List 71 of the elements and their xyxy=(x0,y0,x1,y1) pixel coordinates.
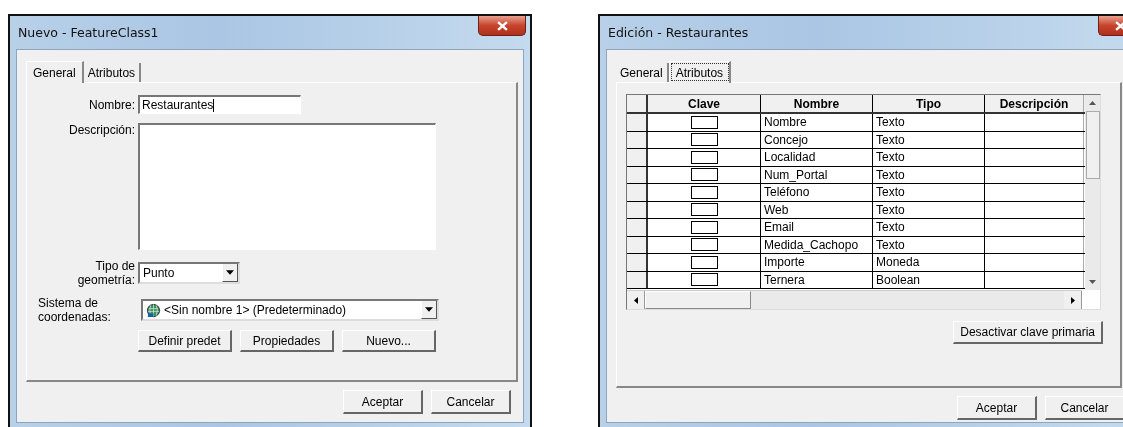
key-checkbox[interactable] xyxy=(690,220,718,234)
column-header: Descripción xyxy=(985,95,1084,112)
key-checkbox[interactable] xyxy=(690,185,718,199)
table-cell: Texto xyxy=(873,184,985,201)
row-header[interactable] xyxy=(627,114,648,131)
table-cell: Texto xyxy=(873,201,985,218)
tab[interactable]: General xyxy=(26,61,84,83)
table-cell: Boolean xyxy=(873,271,985,288)
table-cell: Texto xyxy=(873,166,985,183)
row-header[interactable] xyxy=(627,184,648,201)
scroll-left-icon xyxy=(633,296,638,304)
dropdown-arrow-icon xyxy=(425,307,433,312)
row-header[interactable] xyxy=(627,149,648,166)
row-header[interactable] xyxy=(627,219,648,236)
key-checkbox[interactable] xyxy=(690,255,718,269)
dialog-button[interactable]: Aceptar xyxy=(343,390,423,414)
dialog-button[interactable]: Cancelar xyxy=(431,390,511,414)
table-cell: Texto xyxy=(873,114,985,131)
column-header: Tipo xyxy=(873,95,985,112)
horizontal-scrollbar[interactable] xyxy=(627,290,1082,309)
table-cell: Email xyxy=(761,219,873,236)
column-header: Nombre xyxy=(761,95,873,112)
table-cell: Localidad xyxy=(761,149,873,166)
tab[interactable]: Atributos xyxy=(668,61,732,83)
dialog-button[interactable]: Propiedades xyxy=(240,330,334,352)
close-icon xyxy=(1115,20,1123,31)
field-label: Tipo de geometría: xyxy=(76,259,136,287)
key-checkbox[interactable] xyxy=(690,115,718,129)
table-cell: Ternera xyxy=(761,271,873,288)
globe-icon xyxy=(146,302,161,318)
table-cell: Num_Portal xyxy=(761,166,873,183)
row-header[interactable] xyxy=(627,254,648,271)
key-checkbox[interactable] xyxy=(690,150,718,164)
table-cell: Texto xyxy=(873,236,985,253)
table-cell: Teléfono xyxy=(761,184,873,201)
table-cell: Texto xyxy=(873,219,985,236)
close-button[interactable] xyxy=(478,16,526,36)
dialog-button[interactable]: Definir predet xyxy=(138,330,232,352)
dialog-button[interactable]: Nuevo... xyxy=(342,330,436,352)
name-field[interactable]: Restaurantes xyxy=(138,95,301,114)
window-title: Nuevo - FeatureClass1 xyxy=(18,25,159,40)
table-cell: Concejo xyxy=(761,131,873,148)
scroll-up-icon xyxy=(1089,101,1096,105)
close-icon xyxy=(496,20,508,31)
table-cell: Texto xyxy=(873,131,985,148)
key-checkbox[interactable] xyxy=(690,238,718,252)
table-cell: Importe xyxy=(761,254,873,271)
field-label: Descripción: xyxy=(67,123,136,137)
dropdown-arrow-icon xyxy=(226,270,234,275)
description-field[interactable] xyxy=(138,123,436,250)
table-cell: Nombre xyxy=(761,114,873,131)
table-cell: Medida_Cachopo xyxy=(761,236,873,253)
table-cell: Web xyxy=(761,201,873,218)
key-checkbox[interactable] xyxy=(690,133,718,147)
field-label: Sistema de coordenadas: xyxy=(37,296,112,324)
table-cell: Texto xyxy=(873,149,985,166)
window-title: Edición - Restaurantes xyxy=(608,25,749,40)
vertical-scrollbar[interactable] xyxy=(1085,95,1100,290)
column-header: Clave xyxy=(648,95,761,112)
key-checkbox[interactable] xyxy=(690,203,718,217)
key-checkbox[interactable] xyxy=(690,168,718,182)
geometry-dropdown[interactable]: Punto xyxy=(138,262,240,284)
dialog-button[interactable]: Aceptar xyxy=(957,396,1037,420)
primary-key-button[interactable]: Desactivar clave primaria xyxy=(953,321,1103,344)
scroll-down-icon xyxy=(1089,280,1096,284)
dialog-button[interactable]: Cancelar xyxy=(1045,396,1123,420)
coordinate-system-dropdown[interactable]: <Sin nombre 1> (Predeterminado) xyxy=(141,299,439,321)
table-cell: Moneda xyxy=(873,254,985,271)
field-label: Nombre: xyxy=(88,97,136,112)
scroll-right-icon xyxy=(1070,296,1075,304)
key-checkbox[interactable] xyxy=(690,273,718,287)
